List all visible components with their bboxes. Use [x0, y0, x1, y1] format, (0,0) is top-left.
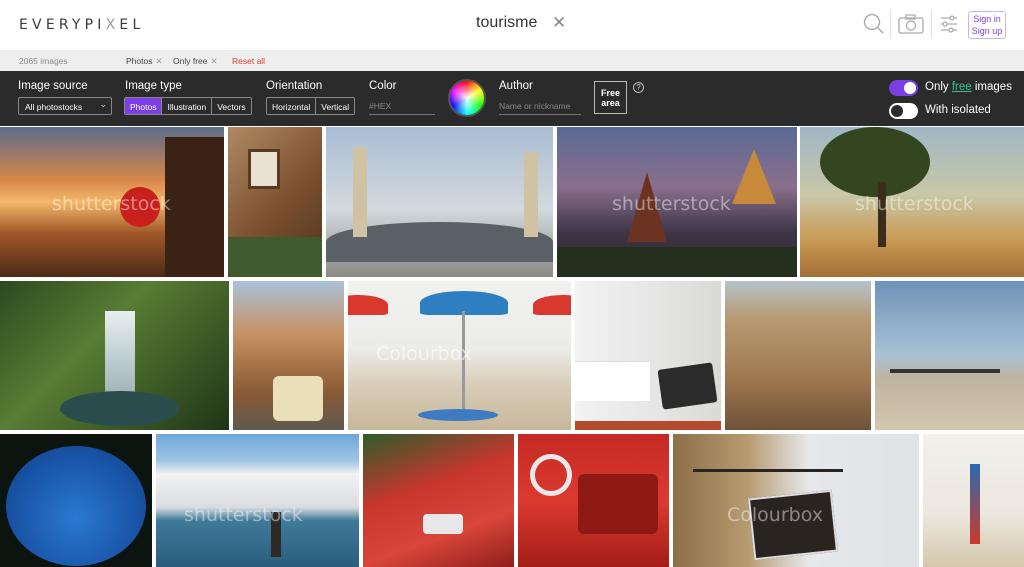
auth-box: Sign in Sign up [968, 11, 1006, 39]
plants-shape [228, 237, 322, 277]
tree-canopy-shape [820, 127, 930, 197]
color-label: Color [369, 80, 397, 92]
sign-in-link[interactable]: Sign in [969, 13, 1005, 25]
result-image[interactable] [363, 434, 514, 567]
watermark: shutterstock [855, 193, 974, 215]
image-type-vectors[interactable]: Vectors [212, 98, 250, 114]
result-image[interactable]: Colourbox [348, 281, 571, 430]
dashboard-shape [578, 474, 658, 534]
only-free-em: free [951, 81, 972, 93]
free-area-button[interactable]: Free area [594, 81, 627, 114]
color-hex-input[interactable]: #HEX [369, 101, 435, 115]
only-free-post: images [971, 81, 1012, 93]
result-image[interactable] [575, 281, 721, 430]
tail-light-shape [423, 514, 463, 534]
only-free-label: Only free images [925, 81, 1012, 93]
with-isolated-label: With isolated [925, 104, 991, 116]
image-type-label: Image type [125, 80, 182, 92]
header-divider [890, 10, 891, 38]
sky-hole-shape [6, 446, 146, 566]
result-image[interactable] [233, 281, 344, 430]
image-type-photos[interactable]: Photos [125, 98, 163, 114]
author-label: Author [499, 80, 533, 92]
result-count: 2065 images [19, 56, 68, 66]
logo-text: EVERYPIXEL [19, 17, 145, 33]
color-wheel-picker[interactable] [448, 79, 486, 117]
waterfall-shape [105, 311, 135, 396]
orientation-horizontal[interactable]: Horizontal [267, 98, 317, 114]
result-image[interactable]: shutterstock [0, 127, 224, 277]
logo[interactable]: EVERYPIXEL [19, 17, 144, 33]
header-divider [931, 10, 932, 38]
reset-all-link[interactable]: Reset all [232, 56, 265, 66]
author-input[interactable]: Name or nickname [499, 101, 581, 115]
result-image[interactable]: shutterstock [156, 434, 359, 567]
close-icon[interactable]: ✕ [552, 13, 566, 33]
watermark: Colourbox [727, 504, 823, 526]
search-icon[interactable] [863, 13, 885, 35]
window-shape [248, 149, 280, 189]
result-image[interactable] [725, 281, 871, 430]
orientation-label: Orientation [266, 80, 323, 92]
close-icon[interactable]: ✕ [211, 56, 218, 66]
with-isolated-toggle[interactable] [889, 103, 918, 119]
pagoda-shape [732, 149, 776, 204]
result-image[interactable] [326, 127, 553, 277]
help-icon[interactable]: ? [633, 82, 644, 93]
active-filters-bar: 2065 images Photos ✕ Only free ✕ Reset all [0, 50, 1024, 71]
tourist-train-shape [273, 376, 323, 421]
result-image[interactable] [875, 281, 1024, 430]
closed-umbrella-shape [970, 464, 980, 544]
filters-icon[interactable] [940, 15, 958, 33]
result-image[interactable] [228, 127, 322, 277]
filter-chip-only-free[interactable]: Only free ✕ [173, 56, 218, 67]
sign-bracket-shape [693, 469, 843, 472]
chip-label: Photos [126, 56, 153, 66]
umbrella-shape [348, 295, 388, 315]
only-free-toggle[interactable] [889, 80, 918, 96]
temple-shape [165, 137, 224, 277]
image-results-grid: shutterstock shutterstock shutterstock C… [0, 127, 1024, 567]
result-image[interactable] [923, 434, 1024, 567]
result-image[interactable]: Colourbox [673, 434, 919, 567]
towel-shape [418, 409, 498, 421]
image-type-illustration[interactable]: Illustration [162, 98, 213, 114]
watermark: shutterstock [52, 193, 171, 215]
only-free-pre: Only [925, 81, 952, 93]
watermark: shutterstock [184, 504, 303, 526]
sign-up-link[interactable]: Sign up [969, 25, 1005, 37]
toggle-knob [891, 105, 903, 117]
image-source-label: Image source [18, 80, 88, 92]
result-image[interactable] [518, 434, 669, 567]
header: EVERYPIXEL tourisme ✕ Sign in Sign up [0, 0, 1024, 50]
pier-shape [890, 369, 1000, 373]
result-image[interactable]: shutterstock [557, 127, 797, 277]
chip-label: Only free [173, 56, 208, 66]
toggle-knob [904, 82, 916, 94]
image-source-select[interactable]: All photostocks ⌄ [18, 97, 112, 115]
camera-icon[interactable] [898, 14, 924, 34]
floor-shape [575, 421, 721, 430]
steering-wheel-shape [530, 454, 572, 496]
result-image[interactable] [0, 434, 152, 567]
watermark: Colourbox [376, 343, 472, 365]
trees-shape [557, 247, 797, 277]
image-source-value: All photostocks [25, 102, 83, 112]
image-type-toggle: Photos Illustration Vectors [124, 97, 252, 115]
bed-shape [575, 361, 650, 401]
result-image[interactable] [0, 281, 229, 430]
door-sign-shape [657, 362, 718, 410]
result-image[interactable]: shutterstock [800, 127, 1024, 277]
search-query[interactable]: tourisme [476, 14, 537, 32]
pillar-shape [353, 147, 367, 237]
filter-chip-photos[interactable]: Photos ✕ [126, 56, 163, 67]
pillar-shape [524, 152, 538, 237]
chevron-down-icon: ⌄ [99, 99, 107, 109]
pool-shape [60, 391, 180, 426]
orientation-toggle: Horizontal Vertical [266, 97, 356, 115]
umbrella-shape [533, 295, 571, 315]
orientation-vertical[interactable]: Vertical [316, 98, 354, 114]
close-icon[interactable]: ✕ [155, 56, 162, 66]
watermark: shutterstock [612, 193, 731, 215]
